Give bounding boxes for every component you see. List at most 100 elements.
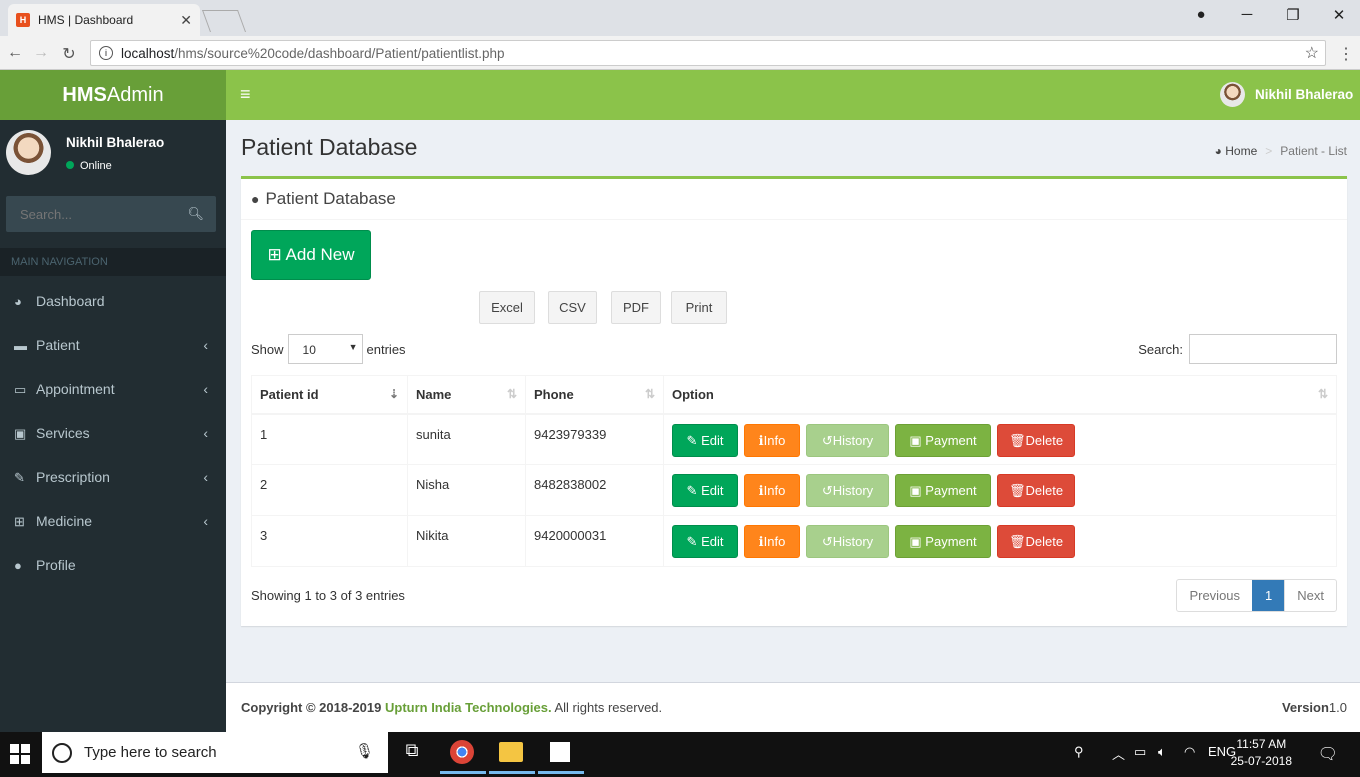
user-icon: ● [14,558,22,573]
history-button[interactable]: ↺History [806,423,889,457]
next-button[interactable]: Next [1284,580,1336,611]
microphone-icon[interactable]: 🎙︎ [355,742,374,760]
column-patient-id[interactable]: Patient id ⇣ [251,375,408,415]
entries-label: entries [366,341,406,357]
sidebar-search-input[interactable] [6,196,176,232]
version-info: Version1.0 [1282,700,1347,715]
edit-button[interactable]: ✎ Edit [672,474,738,507]
page-length-control: Show 10 ▼ entries [251,334,406,364]
delete-button[interactable]: 🗑︎Delete [997,423,1075,457]
reload-icon[interactable]: ↻ [58,44,80,64]
table-search: Search: [1138,334,1337,364]
cell-name: Nikita [407,515,526,567]
edit-icon: ✎ [686,432,698,448]
payment-label: Payment [925,432,977,448]
delete-button[interactable]: 🗑︎Delete [997,474,1075,507]
info-button[interactable]: ℹInfo [744,474,800,507]
sidebar-item-patient[interactable]: ▬ Patient ‹ [0,323,226,367]
table-search-input[interactable] [1189,334,1337,364]
footer: Copyright © 2018-2019 Upturn India Techn… [226,682,1360,732]
column-label: Option [672,386,714,402]
history-button[interactable]: ↺History [806,474,889,507]
add-new-button[interactable]: ⊞ Add New [251,230,371,280]
logo[interactable]: HMSAdmin [0,70,226,120]
payment-button[interactable]: ▣ Payment [895,474,991,507]
avatar[interactable] [1220,82,1245,107]
page-1-button[interactable]: 1 [1252,580,1285,611]
info-button[interactable]: ℹInfo [744,525,800,558]
table-row: 1 sunita 9423979339 ✎ Edit ℹInfo ↺History ▣ Pa… [251,413,1337,465]
column-phone[interactable]: Phone ⇅ [525,375,664,415]
people-icon[interactable]: ⚲ [1074,744,1084,760]
footer-brand-link[interactable]: Upturn India Technologies. [385,700,552,715]
edit-button[interactable]: ✎ Edit [672,525,738,558]
user-icon: ● [251,191,260,207]
wifi-icon[interactable]: ◠ [1184,744,1195,760]
task-view-icon[interactable]: ⧉ [400,740,424,764]
delete-button[interactable]: 🗑︎Delete [997,525,1075,558]
clock[interactable]: 11:57 AM 25-07-2018 [1231,736,1292,770]
history-button[interactable]: ↺History [806,525,889,558]
windows-taskbar: Type here to search 🎙︎ ⧉ ⚲ ︿ ▭ 🔈︎ ◠ ENG … [0,732,1360,777]
payment-button[interactable]: ▣ Payment [895,525,991,558]
info-icon[interactable]: i [99,46,113,60]
close-window-button[interactable]: ✕ [1324,6,1354,24]
new-tab-button[interactable] [201,10,247,32]
url-bar[interactable]: i localhost/hms/source%20code/dashboard/… [90,40,1326,66]
history-label: History [832,534,874,549]
sticky-notes-icon[interactable] [550,742,570,762]
pdf-button[interactable]: PDF [611,291,661,324]
chrome-icon[interactable] [450,740,474,764]
excel-button[interactable]: Excel [479,291,535,324]
restore-button[interactable]: ❐ [1278,6,1308,24]
file-explorer-icon[interactable] [499,742,523,762]
sidebar-item-label: Prescription [36,469,110,485]
notification-icon[interactable]: 🗨︎ [1318,744,1338,764]
version-label: Version [1281,700,1329,715]
bookmark-star-icon[interactable]: ☆ [1305,43,1319,63]
forward-icon[interactable]: → [30,44,52,62]
search-icon[interactable]: 🔍︎ [187,206,204,222]
entries-select-value: 10 [302,343,316,357]
box-header: ● Patient Database [241,179,1347,220]
browser-tab[interactable]: H HMS | Dashboard ✕ [8,4,200,36]
hamburger-menu-icon[interactable]: ≡ [240,84,251,105]
main-navigation-header: MAIN NAVIGATION [0,248,226,276]
battery-icon[interactable]: ▭ [1134,744,1146,760]
volume-icon[interactable]: 🔈︎ [1158,744,1166,760]
sidebar-item-medicine[interactable]: ⊞ Medicine ‹ [0,499,226,543]
browser-menu-icon[interactable]: ⋮ [1338,44,1354,64]
bed-icon: ▬ [14,338,27,353]
url-host: localhost [121,45,175,61]
payment-button[interactable]: ▣ Payment [895,423,991,457]
minimize-button[interactable]: ─ [1232,6,1262,23]
sidebar-item-prescription[interactable]: ✎ Prescription ‹ [0,455,226,499]
previous-button[interactable]: Previous [1177,580,1252,611]
profile-icon[interactable]: ● [1186,6,1216,23]
navbar-user-name[interactable]: Nikhil Bhalerao [1255,87,1353,102]
sort-icon: ⇅ [1317,387,1328,401]
history-icon: ↺ [821,483,833,498]
back-icon[interactable]: ← [4,44,26,62]
windows-start-icon[interactable] [10,744,30,764]
edit-icon: ✎ [686,483,698,498]
sidebar-item-label: Profile [36,557,76,573]
column-name[interactable]: Name ⇅ [407,375,526,415]
print-button[interactable]: Print [671,291,727,324]
cell-options: ✎ Edit ℹInfo ↺History ▣ Payment 🗑︎Delete [663,413,1337,465]
sidebar-item-profile[interactable]: ● Profile [0,543,226,587]
taskbar-search[interactable]: Type here to search 🎙︎ [42,732,388,773]
edit-button[interactable]: ✎ Edit [672,423,738,457]
csv-button[interactable]: CSV [548,291,597,324]
column-option[interactable]: Option ⇅ [663,375,1337,415]
sidebar-item-services[interactable]: ▣ Services ‹ [0,411,226,455]
medkit-icon: ⊞ [14,514,25,529]
trash-icon: 🗑︎ [1008,483,1026,498]
breadcrumb-home[interactable]: Home [1225,144,1257,158]
info-button[interactable]: ℹInfo [744,423,800,457]
close-tab-icon[interactable]: ✕ [180,12,192,29]
sidebar-item-appointment[interactable]: ▭ Appointment ‹ [0,367,226,411]
sidebar-item-dashboard[interactable]: ◕ Dashboard [0,279,226,323]
entries-select[interactable]: 10 ▼ [287,334,363,364]
show-hidden-icons-icon[interactable]: ︿ [1112,744,1125,763]
